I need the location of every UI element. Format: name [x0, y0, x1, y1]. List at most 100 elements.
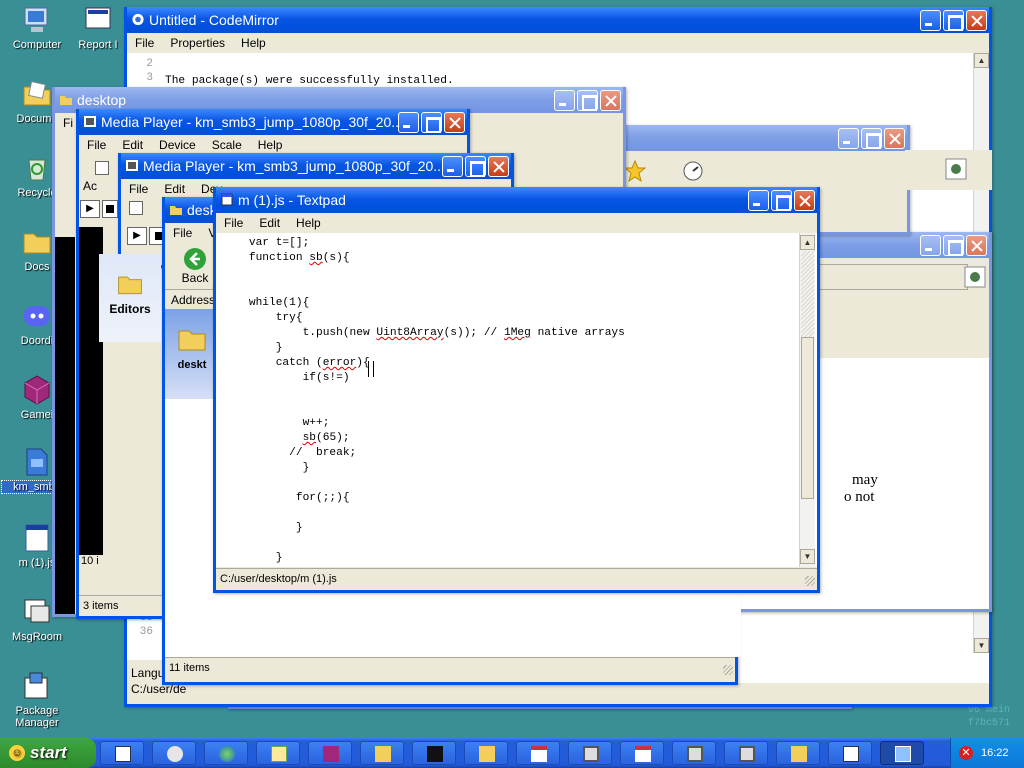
menu-scale[interactable]: Scale: [204, 138, 250, 152]
menu-help[interactable]: Help: [233, 36, 274, 50]
minimize-button[interactable]: [398, 112, 419, 133]
desktop-icon-report[interactable]: Report I: [68, 4, 128, 51]
folder-icon: [23, 233, 51, 254]
play-button[interactable]: ▶: [80, 200, 100, 218]
game-icon: [323, 746, 339, 762]
textpad-scrollbar[interactable]: ▲ ▼: [799, 233, 815, 567]
desktop-watermark: 96 mein f7bc571: [968, 705, 1011, 729]
play-button[interactable]: ▶: [127, 227, 147, 245]
terminal-icon: [427, 746, 443, 762]
desktop-icon-computer[interactable]: Computer: [2, 4, 72, 51]
scroll-up-arrow[interactable]: ▲: [974, 53, 989, 68]
minimize-button[interactable]: [748, 190, 769, 211]
maximize-button[interactable]: [943, 235, 964, 256]
menu-file[interactable]: File: [79, 138, 114, 152]
taskbar-item-textpad[interactable]: [880, 741, 924, 765]
codemirror-titlebar[interactable]: Untitled - CodeMirror: [127, 7, 989, 33]
stop-button[interactable]: [102, 200, 118, 218]
taskbar-item-media-player-2[interactable]: [672, 741, 716, 765]
menu-file[interactable]: File: [127, 36, 162, 50]
close-button[interactable]: [966, 10, 987, 31]
maximize-button[interactable]: [771, 190, 792, 211]
textpad-code[interactable]: var t=[]; function sb(s){ while(1){ try{…: [222, 236, 625, 566]
taskbar-item-folder-1[interactable]: [360, 741, 404, 765]
scroll-thumb[interactable]: [801, 337, 814, 499]
maximize-button[interactable]: [577, 90, 598, 111]
textpad-editor[interactable]: var t=[]; function sb(s){ while(1){ try{…: [216, 233, 817, 567]
network-error-icon[interactable]: ✕: [959, 746, 973, 760]
close-button[interactable]: [794, 190, 815, 211]
menu-edit[interactable]: Edit: [156, 182, 193, 196]
taskbar-item-browser[interactable]: [204, 741, 248, 765]
close-button[interactable]: [600, 90, 621, 111]
close-button[interactable]: [884, 128, 905, 149]
tool-icon[interactable]: [964, 266, 986, 288]
media-player-2-titlebar[interactable]: Media Player - km_smb3_jump_1080p_30f_20…: [121, 153, 511, 179]
code-line: try{: [222, 312, 303, 324]
menu-help[interactable]: Help: [288, 216, 329, 230]
media-player-icon: [739, 746, 755, 762]
menu-device[interactable]: Device: [151, 138, 204, 152]
maximize-button[interactable]: [943, 10, 964, 31]
close-button[interactable]: [488, 156, 509, 177]
close-button[interactable]: [444, 112, 465, 133]
taskbar-item-media-player-3[interactable]: [724, 741, 768, 765]
video-file-icon: [26, 448, 48, 476]
desktop-icon-package-manager[interactable]: Package Manager: [2, 670, 72, 729]
folder-icon: [178, 330, 206, 351]
minimize-button[interactable]: [554, 90, 575, 111]
menu-help[interactable]: Help: [250, 138, 291, 152]
folder-icon: [375, 746, 391, 762]
media-player-icon: [687, 746, 703, 762]
taskbar-item-document-1[interactable]: [516, 741, 560, 765]
maximize-button[interactable]: [861, 128, 882, 149]
folder-icon: [118, 276, 142, 295]
minimize-button[interactable]: [920, 10, 941, 31]
taskbar-item-report[interactable]: [100, 741, 144, 765]
minimize-button[interactable]: [920, 235, 941, 256]
taskbar-item-terminal[interactable]: [412, 741, 456, 765]
menu-edit[interactable]: Edit: [251, 216, 288, 230]
start-logo-icon: ☺: [9, 745, 25, 761]
close-button[interactable]: [966, 235, 987, 256]
favorites-star-icon[interactable]: [623, 159, 647, 183]
minimize-button[interactable]: [838, 128, 859, 149]
scroll-down-arrow[interactable]: ▼: [800, 549, 815, 564]
textpad-window[interactable]: m (1).js - Textpad File Edit Help var t=…: [213, 187, 820, 593]
menu-edit[interactable]: Edit: [114, 138, 151, 152]
tool-icon[interactable]: [945, 158, 967, 180]
textpad-file-icon: [25, 524, 49, 552]
maximize-button[interactable]: [465, 156, 486, 177]
taskbar-item-folder-3[interactable]: [776, 741, 820, 765]
maximize-button[interactable]: [421, 112, 442, 133]
scroll-down-arrow[interactable]: ▼: [974, 638, 989, 653]
history-icon[interactable]: [681, 159, 705, 183]
taskbar-item-game[interactable]: [308, 741, 352, 765]
taskbar-item-document-2[interactable]: [620, 741, 664, 765]
clock[interactable]: 16:22: [981, 747, 1009, 759]
media-player-1-titlebar[interactable]: Media Player - km_smb3_jump_1080p_30f_20…: [79, 109, 467, 135]
system-tray: ✕ 16:22: [950, 738, 1024, 768]
taskbar-item-paint[interactable]: [256, 741, 300, 765]
start-button[interactable]: ☺ start: [0, 738, 96, 768]
media-player-icon: [583, 746, 599, 762]
menu-file[interactable]: File: [165, 226, 200, 240]
taskbar-item-report-2[interactable]: [828, 741, 872, 765]
taskbar-item-folder-2[interactable]: [464, 741, 508, 765]
textpad-titlebar[interactable]: m (1).js - Textpad: [216, 187, 817, 213]
menu-file[interactable]: File: [121, 182, 156, 196]
scroll-up-arrow[interactable]: ▲: [800, 235, 815, 250]
editors-panel[interactable]: Editors: [99, 254, 161, 342]
checkbox[interactable]: [129, 201, 143, 215]
textpad-menubar: File Edit Help: [216, 213, 817, 233]
menu-properties[interactable]: Properties: [162, 36, 233, 50]
taskbar-item-media-player-1[interactable]: [568, 741, 612, 765]
taskbar-item-codemirror[interactable]: [152, 741, 196, 765]
menu-file[interactable]: File: [216, 216, 251, 230]
code-line: }: [222, 462, 310, 474]
minimize-button[interactable]: [442, 156, 463, 177]
